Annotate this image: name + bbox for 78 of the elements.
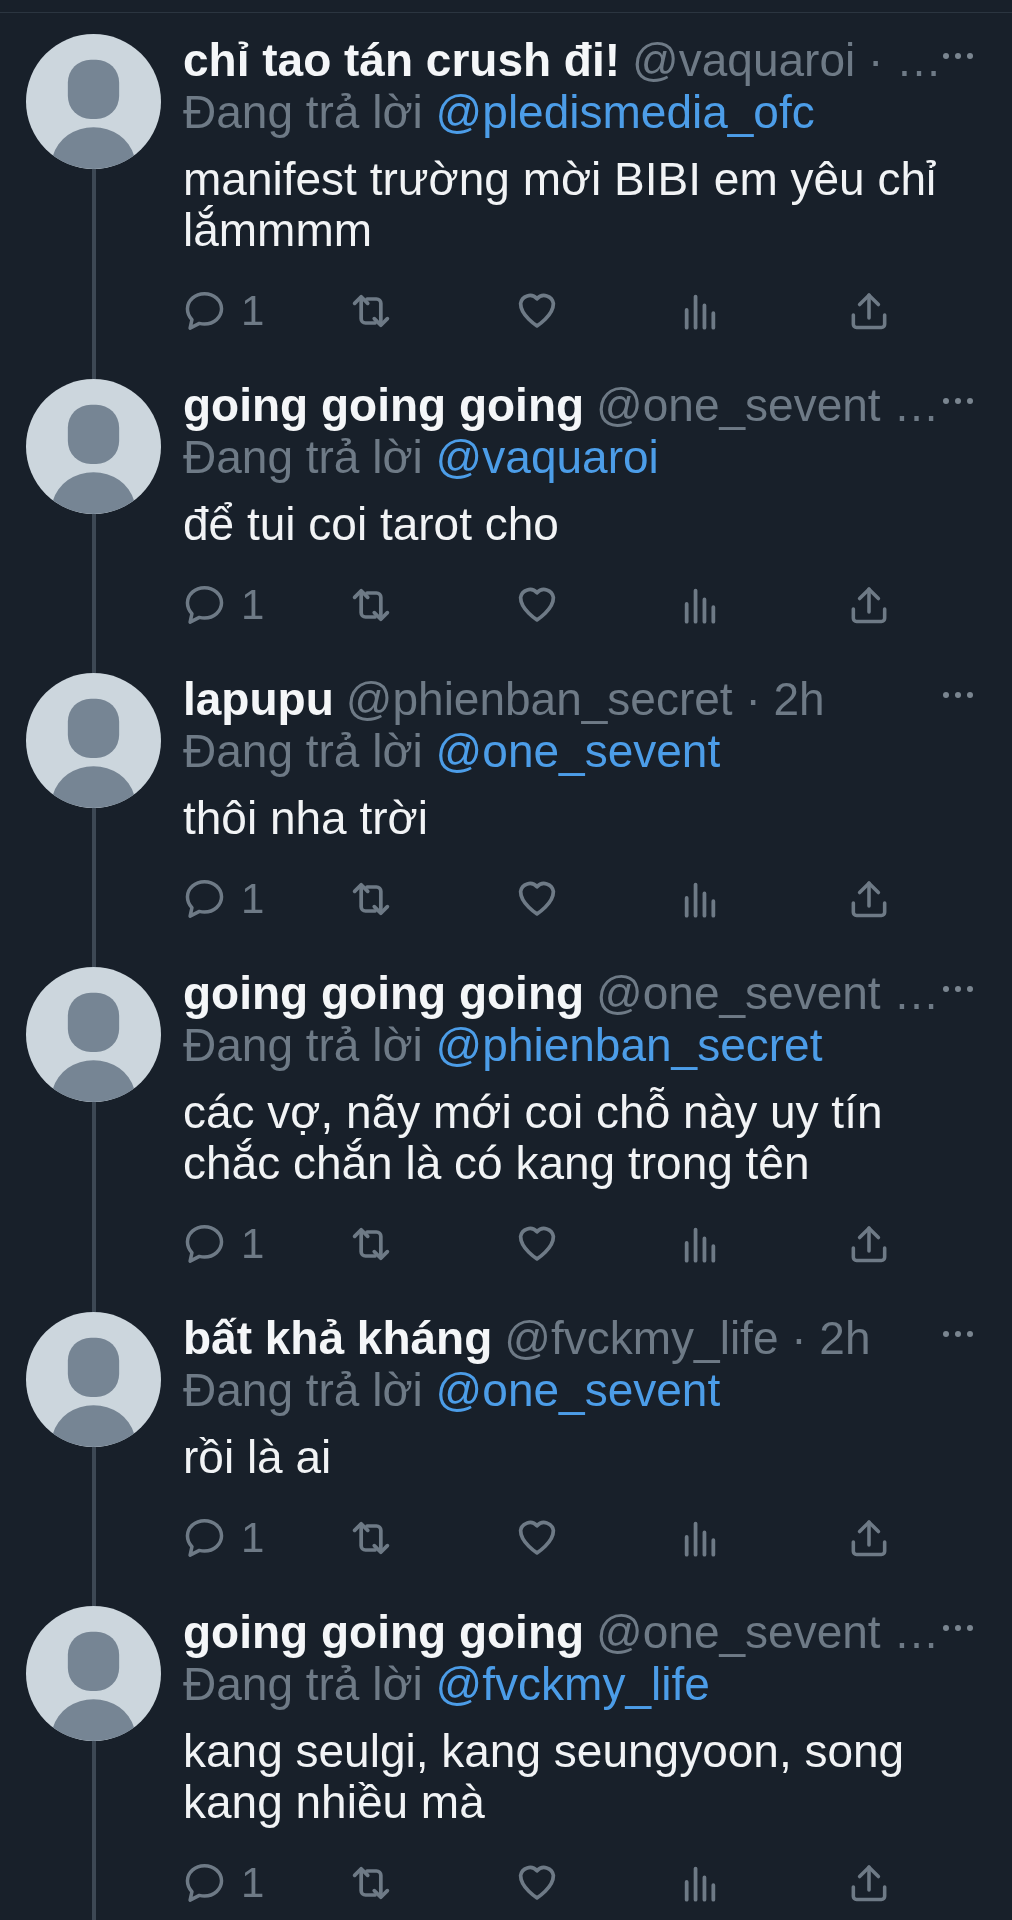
share-icon[interactable] (850, 292, 888, 330)
mention-link[interactable]: @one_sevent (435, 725, 721, 777)
retweet-icon[interactable] (352, 292, 390, 330)
heart-icon[interactable] (518, 586, 556, 624)
mention-link[interactable]: @pledismedia_ofc (435, 86, 815, 138)
reply-icon (186, 1225, 224, 1263)
reply-button[interactable]: 1 (186, 877, 265, 921)
tweet-text: manifest trường mời BIBI em yêu chỉ lắmmmm (183, 154, 938, 256)
display-name[interactable]: going going going (183, 1606, 585, 1658)
reply-icon (186, 586, 224, 624)
reply-context: Đang trả lời @vaquaroi (183, 431, 660, 483)
share-icon[interactable] (850, 1225, 888, 1263)
more-icon[interactable] (943, 986, 973, 992)
avatar[interactable] (26, 967, 161, 1102)
share-icon[interactable] (850, 1864, 888, 1902)
avatar[interactable] (26, 673, 161, 808)
share-icon[interactable] (850, 1519, 888, 1557)
user-handle: @fvckmy_life · 2h (504, 1312, 871, 1364)
more-icon[interactable] (943, 1625, 973, 1631)
reply-context: Đang trả lời @one_sevent (183, 1364, 722, 1416)
avatar[interactable] (26, 1312, 161, 1447)
display-name[interactable]: chỉ tao tán crush đi! (183, 34, 621, 86)
more-icon[interactable] (943, 1331, 973, 1337)
retweet-icon[interactable] (352, 586, 390, 624)
avatar[interactable] (26, 379, 161, 514)
reply-icon (186, 1864, 224, 1902)
mention-link[interactable]: @one_sevent (435, 1364, 721, 1416)
heart-icon[interactable] (518, 1864, 556, 1902)
more-icon[interactable] (943, 692, 973, 698)
tweet-text: rồi là ai (183, 1432, 333, 1483)
display-name[interactable]: going going going (183, 967, 585, 1019)
reply-context: Đang trả lời @pledismedia_ofc (183, 86, 816, 138)
bar-chart-icon[interactable] (684, 880, 716, 918)
user-handle: @one_sevent … (596, 1606, 940, 1658)
bar-chart-icon[interactable] (684, 586, 716, 624)
bar-chart-icon[interactable] (684, 1864, 716, 1902)
tweet-text: thôi nha trời (183, 793, 429, 844)
reply-icon (186, 1519, 224, 1557)
bar-chart-icon[interactable] (684, 1225, 716, 1263)
mention-link[interactable]: @phienban_secret (435, 1019, 823, 1071)
reply-button[interactable]: 1 (186, 1516, 265, 1560)
reply-context: Đang trả lời @fvckmy_life (183, 1658, 711, 1710)
bar-chart-icon[interactable] (684, 292, 716, 330)
reply-icon (186, 880, 224, 918)
tweet-text: kang seulgi, kang seungyoon, song kang nhiều mà (183, 1726, 906, 1828)
reply-icon (186, 292, 224, 330)
avatar[interactable] (26, 1606, 161, 1741)
reply-button[interactable]: 1 (186, 289, 265, 333)
user-handle: @one_sevent … (596, 967, 940, 1019)
retweet-icon[interactable] (352, 1519, 390, 1557)
bar-chart-icon[interactable] (684, 1519, 716, 1557)
display-name[interactable]: going going going (183, 379, 585, 431)
heart-icon[interactable] (518, 1225, 556, 1263)
reply-button[interactable]: 1 (186, 583, 265, 627)
retweet-icon[interactable] (352, 1864, 390, 1902)
reply-button[interactable]: 1 (186, 1861, 265, 1905)
user-handle: @vaquaroi · … (632, 34, 943, 86)
display-name[interactable]: lapupu (183, 673, 334, 725)
more-icon[interactable] (943, 398, 973, 404)
heart-icon[interactable] (518, 880, 556, 918)
reply-context: Đang trả lời @one_sevent (183, 725, 722, 777)
tweet-text: để tui coi tarot cho (183, 499, 560, 550)
tweet-text: các vợ, nãy mới coi chỗ này uy tín chắc chắn là có kang trong tên (183, 1087, 884, 1189)
reply-context: Đang trả lời @phienban_secret (183, 1019, 824, 1071)
mention-link[interactable]: @fvckmy_life (435, 1658, 710, 1710)
share-icon[interactable] (850, 586, 888, 624)
retweet-icon[interactable] (352, 1225, 390, 1263)
mention-link[interactable]: @vaquaroi (435, 431, 659, 483)
more-icon[interactable] (943, 53, 973, 59)
heart-icon[interactable] (518, 1519, 556, 1557)
reply-button[interactable]: 1 (186, 1222, 265, 1266)
share-icon[interactable] (850, 880, 888, 918)
heart-icon[interactable] (518, 292, 556, 330)
avatar[interactable] (26, 34, 161, 169)
display-name[interactable]: bất khả kháng (183, 1312, 493, 1364)
user-handle: @one_sevent … (596, 379, 940, 431)
user-handle: @phienban_secret · 2h (345, 673, 825, 725)
retweet-icon[interactable] (352, 880, 390, 918)
